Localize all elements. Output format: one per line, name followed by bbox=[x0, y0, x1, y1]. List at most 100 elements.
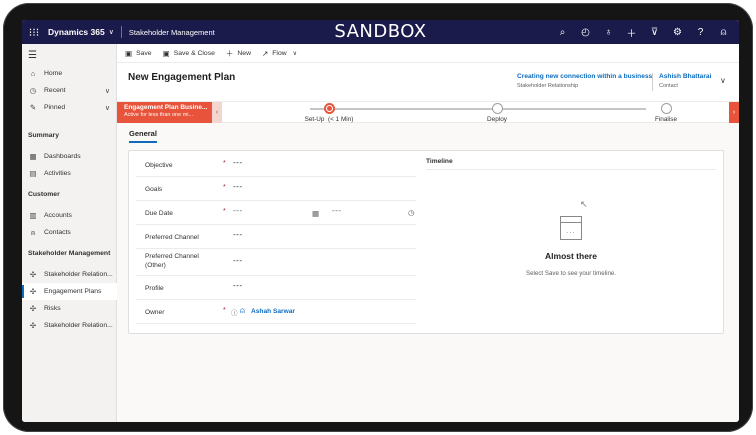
module-name[interactable]: Stakeholder Management bbox=[129, 28, 215, 37]
process-status: Active for less than one mi... bbox=[124, 112, 194, 118]
clock-icon[interactable]: ◷ bbox=[408, 208, 415, 217]
app-screen: ⁝⁝⁝ Dynamics 365 ∨ Stakeholder Managemen… bbox=[22, 20, 739, 422]
sidebar-item-stakeholder-relations-2[interactable]: ✣ Stakeholder Relation... bbox=[22, 317, 117, 334]
sidebar-item-label: Pinned bbox=[44, 104, 66, 111]
hamburger-icon[interactable]: ☰ bbox=[28, 50, 37, 61]
timeline-title: Timeline bbox=[426, 158, 453, 165]
divider bbox=[652, 73, 653, 91]
sidebar-item-label: Stakeholder Relation... bbox=[44, 271, 113, 278]
preferred-channel-select[interactable]: --- bbox=[233, 230, 243, 239]
stage-setup[interactable]: Set-Up (< 1 Min) bbox=[284, 102, 374, 123]
app-name[interactable]: Dynamics 365 bbox=[48, 27, 105, 37]
save-close-button[interactable]: ▣ Save & Close bbox=[163, 49, 215, 58]
sidebar-item-engagement-plans[interactable]: ✣ Engagement Plans bbox=[22, 283, 117, 300]
sidebar-item-home[interactable]: ⌂ Home bbox=[22, 65, 117, 82]
related-record-link[interactable]: Creating new connection within a busines… bbox=[517, 73, 652, 80]
chevron-right-icon[interactable]: › bbox=[729, 102, 739, 123]
puzzle-icon: ✣ bbox=[29, 321, 37, 330]
save-button[interactable]: ▣ Save bbox=[125, 49, 152, 58]
field-preferred-channel-other[interactable]: Preferred Channel (Other) --- bbox=[136, 249, 416, 276]
due-time-input[interactable]: --- bbox=[332, 206, 342, 215]
owner-lookup-value[interactable]: Ashah Sarwar bbox=[251, 308, 295, 315]
filter-icon[interactable]: ⊽ bbox=[643, 27, 666, 38]
required-indicator: * bbox=[223, 184, 226, 191]
stage-label: Set-Up (< 1 Min) bbox=[304, 116, 354, 123]
sidebar-item-label: Activities bbox=[44, 170, 71, 177]
sidebar-item-stakeholder-relationships[interactable]: ✣ Stakeholder Relation... bbox=[22, 266, 117, 283]
search-icon[interactable]: ⌕ bbox=[551, 27, 574, 38]
sidebar-item-activities[interactable]: ▤ Activities bbox=[22, 165, 117, 182]
stage-deploy[interactable]: Deploy bbox=[452, 102, 542, 123]
goals-input[interactable]: --- bbox=[233, 182, 243, 191]
chevron-left-icon[interactable]: ‹ bbox=[212, 102, 222, 123]
sidebar-item-pinned[interactable]: ✎ Pinned ∨ bbox=[22, 99, 117, 116]
field-preferred-channel[interactable]: Preferred Channel --- bbox=[136, 225, 416, 249]
app-launcher-icon[interactable]: ⁝⁝⁝ bbox=[22, 20, 46, 44]
contact-type: Contact bbox=[659, 83, 678, 89]
profile-input[interactable]: --- bbox=[233, 281, 243, 290]
sidebar-item-label: Dashboards bbox=[44, 153, 81, 160]
field-label: Profile bbox=[145, 285, 164, 292]
section-customer: Customer bbox=[28, 191, 60, 198]
dashboard-icon: ▦ bbox=[29, 152, 37, 161]
lightbulb-icon[interactable]: ♁ bbox=[597, 27, 620, 38]
chevron-down-icon[interactable]: ∨ bbox=[720, 76, 726, 85]
flow-button[interactable]: ↗ Flow ∨ bbox=[262, 49, 297, 58]
save-label: Save bbox=[136, 49, 152, 57]
business-process-flow: Engagement Plan Busine... Active for les… bbox=[117, 101, 739, 123]
sidebar-item-label: Home bbox=[44, 70, 63, 77]
help-icon[interactable]: ? bbox=[689, 27, 712, 38]
field-due-date[interactable]: Due Date * --- ▦ --- ◷ bbox=[136, 201, 416, 225]
save-close-icon: ▣ bbox=[162, 48, 170, 58]
sidebar-item-accounts[interactable]: ▥ Accounts bbox=[22, 207, 117, 224]
command-bar: ▣ Save ▣ Save & Close ＋ New ↗ Flow ∨ bbox=[117, 44, 739, 63]
gear-icon[interactable]: ⚙ bbox=[666, 27, 689, 38]
clock-icon: ◷ bbox=[29, 86, 37, 95]
sidebar-item-label: Recent bbox=[44, 87, 66, 94]
top-navigation-bar: ⁝⁝⁝ Dynamics 365 ∨ Stakeholder Managemen… bbox=[22, 20, 739, 44]
top-icons: ⌕ ◴ ♁ ＋ ⊽ ⚙ ? ⍝ bbox=[551, 20, 735, 44]
process-name-flag[interactable]: Engagement Plan Busine... Active for les… bbox=[117, 102, 212, 123]
preferred-channel-other-input[interactable]: --- bbox=[233, 256, 243, 265]
plus-icon: ＋ bbox=[225, 48, 234, 58]
field-label: Preferred Channel (Other) bbox=[145, 253, 199, 269]
field-objective[interactable]: Objective * --- bbox=[136, 153, 416, 177]
person-icon[interactable]: ⍝ bbox=[712, 27, 735, 38]
field-goals[interactable]: Goals * --- bbox=[136, 177, 416, 201]
new-button[interactable]: ＋ New bbox=[226, 48, 251, 59]
puzzle-icon: ✣ bbox=[29, 270, 37, 279]
chevron-down-icon[interactable]: ∨ bbox=[105, 104, 110, 112]
pin-icon: ✎ bbox=[29, 103, 37, 112]
due-date-input[interactable]: --- bbox=[233, 206, 243, 215]
field-owner[interactable]: Owner * ⓘ ⍝ Ashah Sarwar bbox=[136, 300, 416, 324]
sidebar-item-contacts[interactable]: ⍝ Contacts bbox=[22, 224, 117, 241]
field-label: Owner bbox=[145, 309, 165, 316]
chevron-down-icon[interactable]: ∨ bbox=[105, 87, 110, 95]
sidebar-item-dashboards[interactable]: ▦ Dashboards bbox=[22, 148, 117, 165]
tab-general[interactable]: General bbox=[129, 129, 157, 143]
info-icon[interactable]: ⓘ bbox=[231, 307, 238, 317]
sidebar-item-risks[interactable]: ✣ Risks bbox=[22, 300, 117, 317]
section-stakeholder-management: Stakeholder Management bbox=[28, 250, 111, 257]
sidebar-item-label: Engagement Plans bbox=[44, 288, 102, 295]
sidebar-item-recent[interactable]: ◷ Recent ∨ bbox=[22, 82, 117, 99]
field-profile[interactable]: Profile --- bbox=[136, 276, 416, 300]
chevron-down-icon[interactable]: ∨ bbox=[293, 50, 297, 57]
record-header: New Engagement Plan Creating new connect… bbox=[117, 63, 739, 101]
stage-finalise[interactable]: Finalise bbox=[621, 102, 711, 123]
sidebar-item-label: Accounts bbox=[44, 212, 72, 219]
form-section: Objective * --- Goals * --- Due Date * -… bbox=[128, 150, 724, 334]
calendar-icon[interactable]: ▦ bbox=[312, 209, 319, 218]
sidebar: ☰ ⌂ Home ◷ Recent ∨ ✎ Pinned ∨ Summary ▦… bbox=[22, 44, 117, 422]
plus-icon[interactable]: ＋ bbox=[620, 25, 643, 40]
stage-dot bbox=[660, 103, 672, 114]
field-label: Objective bbox=[145, 162, 173, 169]
chevron-down-icon[interactable]: ∨ bbox=[109, 28, 114, 36]
new-label: New bbox=[237, 49, 251, 57]
tablet-frame: ⁝⁝⁝ Dynamics 365 ∨ Stakeholder Managemen… bbox=[3, 3, 753, 432]
objective-input[interactable]: --- bbox=[233, 158, 243, 167]
field-label: Due Date bbox=[145, 210, 173, 217]
sidebar-item-label: Risks bbox=[44, 305, 61, 312]
task-icon[interactable]: ◴ bbox=[574, 27, 597, 38]
contact-link[interactable]: Ashish Bhattarai bbox=[659, 73, 711, 80]
